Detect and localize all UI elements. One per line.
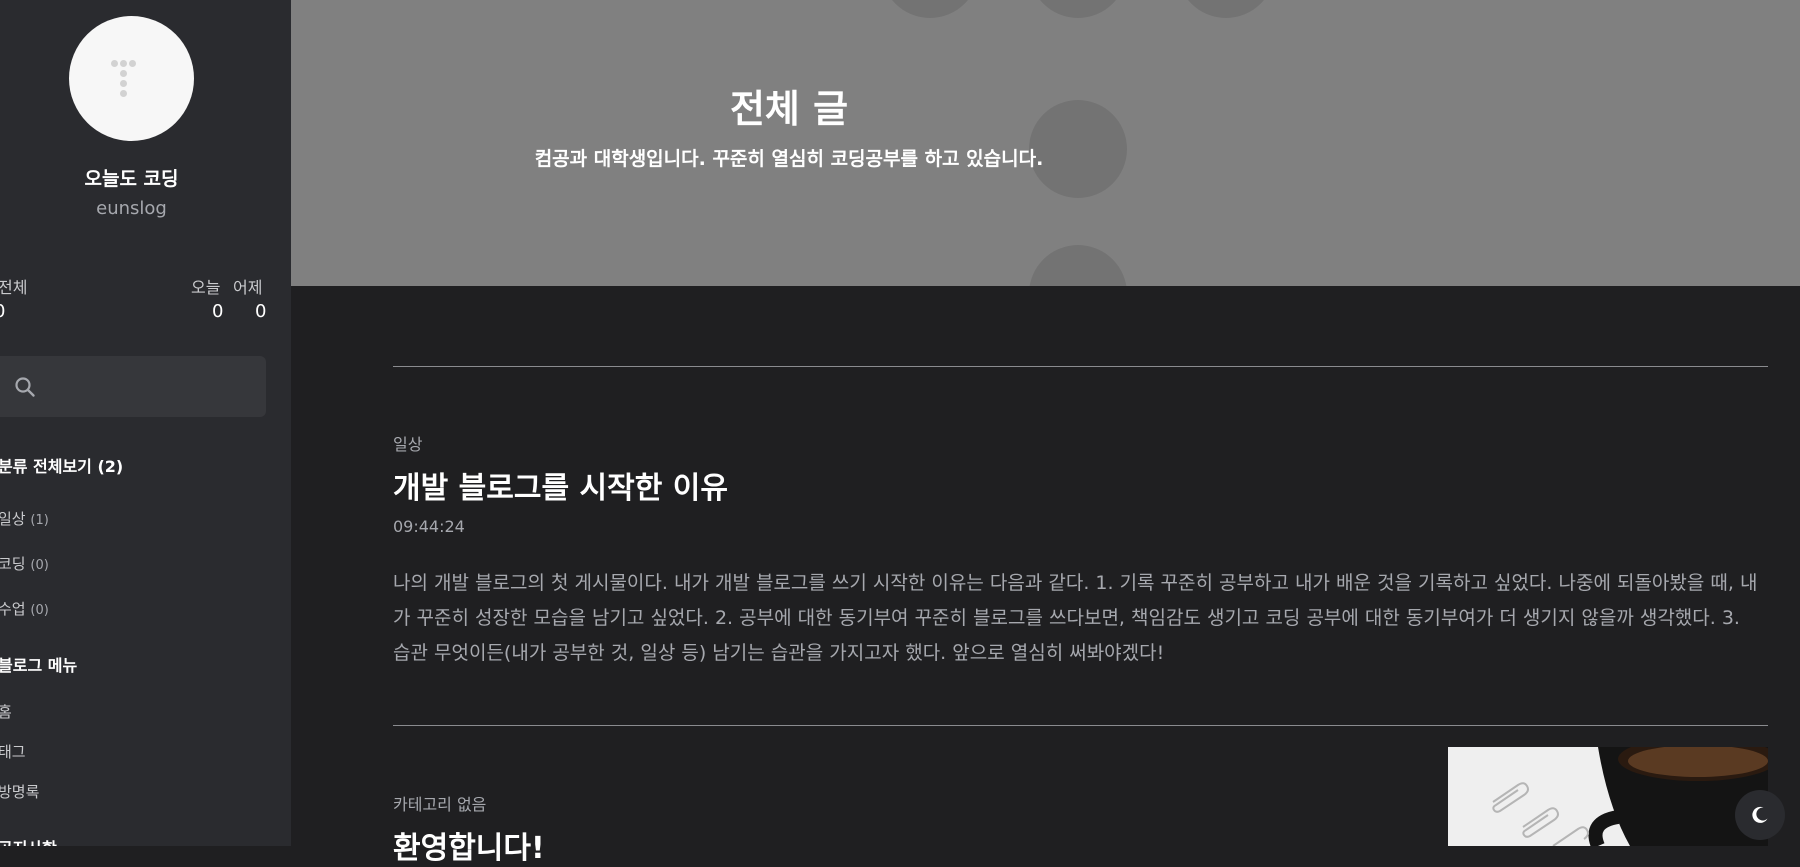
post-category[interactable]: 일상 xyxy=(393,431,422,455)
category-label: 코딩 xyxy=(0,555,26,573)
post-category[interactable]: 카테고리 없음 xyxy=(393,791,486,815)
stat-today-label: 오늘 xyxy=(191,278,221,297)
category-item-coding[interactable]: 코딩 (0) xyxy=(0,553,49,574)
page-title: 전체 글 xyxy=(729,87,849,131)
post-title[interactable]: 환영합니다! xyxy=(393,823,545,867)
dark-mode-toggle[interactable] xyxy=(1735,790,1785,840)
avatar-dot xyxy=(120,70,127,77)
category-count: (1) xyxy=(30,513,49,528)
search-box[interactable] xyxy=(0,356,266,417)
menu-item-tags[interactable]: 태그 xyxy=(0,741,26,762)
category-count: (0) xyxy=(30,558,49,573)
category-all-link[interactable]: 분류 전체보기 (2) xyxy=(0,453,123,477)
stat-yesterday-label: 어제 xyxy=(233,278,263,297)
search-icon[interactable] xyxy=(14,376,36,398)
category-item-class[interactable]: 수업 (0) xyxy=(0,598,49,619)
stat-yesterday-value: 0 xyxy=(255,301,267,322)
post-thumbnail-image xyxy=(1448,747,1768,846)
avatar-dot xyxy=(120,60,127,67)
notice-heading: 공지사항 xyxy=(0,835,57,846)
category-label: 수업 xyxy=(0,600,26,618)
post-excerpt[interactable]: 나의 개발 블로그의 첫 게시물이다. 내가 개발 블로그를 쓰기 시작한 이유… xyxy=(393,566,1763,671)
divider xyxy=(393,725,1768,726)
hero-pattern-circle xyxy=(1029,245,1127,286)
category-item-daily[interactable]: 일상 (1) xyxy=(0,508,49,529)
search-input[interactable] xyxy=(46,368,250,406)
hero-pattern-circle xyxy=(881,0,979,18)
post-title[interactable]: 개발 블로그를 시작한 이유 xyxy=(393,463,728,507)
avatar-dot xyxy=(129,60,136,67)
stat-total-label: 전체 xyxy=(0,278,28,297)
stat-today-value: 0 xyxy=(212,301,224,322)
blog-id: eunslog xyxy=(96,198,167,219)
hero-header xyxy=(291,0,1800,286)
post-thumbnail[interactable] xyxy=(1448,747,1768,846)
category-count: (0) xyxy=(30,603,49,618)
menu-item-guestbook[interactable]: 방명록 xyxy=(0,781,39,802)
page-subtitle: 컴공과 대학생입니다. 꾸준히 열심히 코딩공부를 하고 있습니다. xyxy=(534,148,1044,170)
menu-item-home[interactable]: 홈 xyxy=(0,701,12,722)
avatar-dot xyxy=(111,60,118,67)
stat-total-value: 0 xyxy=(0,301,5,322)
hero-pattern-circle xyxy=(1177,0,1275,18)
category-label: 일상 xyxy=(0,510,26,528)
moon-icon xyxy=(1752,806,1768,823)
divider xyxy=(393,366,1768,367)
post-time: 09:44:24 xyxy=(393,517,465,536)
blog-menu-heading: 블로그 메뉴 xyxy=(0,656,78,675)
hero-pattern-circle xyxy=(1029,0,1127,18)
